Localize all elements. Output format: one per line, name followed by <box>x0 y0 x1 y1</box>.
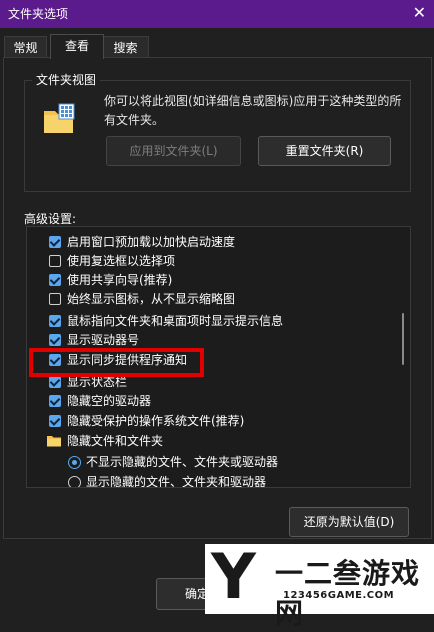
advanced-settings-label: 高级设置: <box>24 212 77 226</box>
highlight-box <box>29 348 204 377</box>
apply-to-folders-button[interactable]: 应用到文件夹(L) <box>106 136 241 166</box>
list-item[interactable]: 使用复选框以选择项 <box>27 252 387 271</box>
title-bar: 文件夹选项 ✕ <box>0 0 434 28</box>
list-item-label: 隐藏文件和文件夹 <box>67 434 164 448</box>
list-item[interactable]: 隐藏受保护的操作系统文件(推荐) <box>27 412 387 431</box>
tab-view[interactable]: 查看 <box>50 34 104 59</box>
watermark-logo: Y <box>211 540 256 613</box>
list-item-label: 启用窗口预加载以加快启动速度 <box>67 235 236 249</box>
checkbox-unchecked[interactable] <box>49 293 61 305</box>
tab-search[interactable]: 搜索 <box>102 36 149 59</box>
list-item-label: 不显示隐藏的文件、文件夹或驱动器 <box>86 455 279 469</box>
checkbox-checked[interactable] <box>49 274 61 286</box>
list-item-label: 始终显示图标，从不显示缩略图 <box>67 292 236 306</box>
list-item-label: 使用共享向导(推荐) <box>67 273 173 287</box>
folder-view-icon <box>44 103 75 133</box>
list-item[interactable]: 启用窗口预加载以加快启动速度 <box>27 233 387 252</box>
list-item[interactable]: 隐藏空的驱动器 <box>27 392 387 411</box>
list-item-label: 使用复选框以选择项 <box>67 254 176 268</box>
list-item-label: 隐藏受保护的操作系统文件(推荐) <box>67 414 245 428</box>
list-item[interactable]: 使用共享向导(推荐) <box>27 271 387 290</box>
restore-defaults-button[interactable]: 还原为默认值(D) <box>289 507 409 537</box>
watermark-url: 123456GAME.COM <box>283 590 395 601</box>
list-item: 隐藏文件和文件夹 <box>27 432 387 451</box>
checkbox-checked[interactable] <box>49 315 61 327</box>
folder-view-label: 文件夹视图 <box>32 71 101 88</box>
list-item-label: 显示隐藏的文件、文件夹和驱动器 <box>86 475 267 488</box>
scrollbar-thumb[interactable] <box>402 313 404 365</box>
folder-view-description: 你可以将此视图(如详细信息或图标)应用于这种类型的所有文件夹。 <box>104 94 402 127</box>
tab-general[interactable]: 常规 <box>4 36 47 59</box>
list-item[interactable]: 不显示隐藏的文件、文件夹或驱动器 <box>27 453 387 472</box>
reset-folders-button[interactable]: 重置文件夹(R) <box>258 136 391 166</box>
close-icon[interactable]: ✕ <box>413 3 426 22</box>
checkbox-checked[interactable] <box>49 334 61 346</box>
list-item-label: 隐藏空的驱动器 <box>67 394 152 408</box>
watermark: Y 一二叁游戏网 123456GAME.COM <box>205 540 434 630</box>
radio-unselected[interactable] <box>68 476 81 487</box>
checkbox-unchecked[interactable] <box>49 255 61 267</box>
list-item-label: 鼠标指向文件夹和桌面项时显示提示信息 <box>67 314 284 328</box>
tab-strip: 常规 查看 搜索 <box>0 34 434 59</box>
radio-selected[interactable] <box>68 456 81 469</box>
list-item[interactable]: 鼠标指向文件夹和桌面项时显示提示信息 <box>27 312 387 331</box>
checkbox-checked[interactable] <box>49 236 61 248</box>
list-item[interactable]: 显示隐藏的文件、文件夹和驱动器 <box>27 473 387 488</box>
checkbox-checked[interactable] <box>49 376 61 388</box>
checkbox-checked[interactable] <box>49 415 61 427</box>
folder-icon <box>47 436 61 447</box>
checkbox-checked[interactable] <box>49 395 61 407</box>
list-item[interactable]: 始终显示图标，从不显示缩略图 <box>27 290 387 309</box>
window-title: 文件夹选项 <box>8 7 69 21</box>
